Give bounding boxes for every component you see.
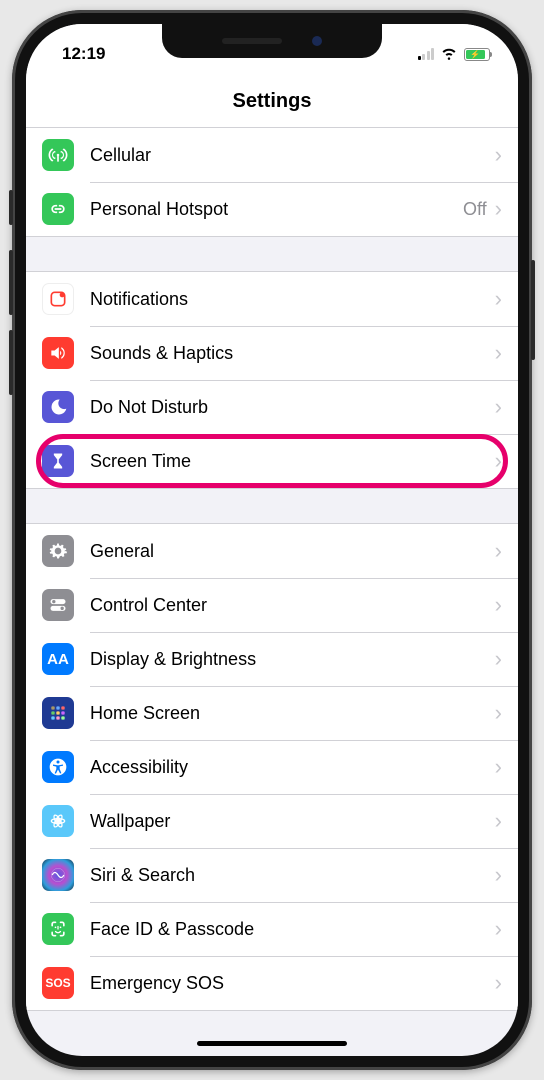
chevron-right-icon: › bbox=[495, 646, 502, 672]
chevron-right-icon: › bbox=[495, 448, 502, 474]
row-label: Control Center bbox=[90, 595, 495, 616]
notification-icon bbox=[42, 283, 74, 315]
row-label: Accessibility bbox=[90, 757, 495, 778]
row-label: Notifications bbox=[90, 289, 495, 310]
chevron-right-icon: › bbox=[495, 808, 502, 834]
chevron-right-icon: › bbox=[495, 142, 502, 168]
row-label: Screen Time bbox=[90, 451, 495, 472]
row-general[interactable]: General › bbox=[26, 524, 518, 578]
chevron-right-icon: › bbox=[495, 916, 502, 942]
link-icon bbox=[42, 193, 74, 225]
status-indicators bbox=[418, 42, 491, 67]
row-label: Sounds & Haptics bbox=[90, 343, 495, 364]
speaker-icon bbox=[42, 337, 74, 369]
status-time: 12:19 bbox=[62, 44, 105, 64]
row-label: Display & Brightness bbox=[90, 649, 495, 670]
row-label: Wallpaper bbox=[90, 811, 495, 832]
home-indicator[interactable] bbox=[197, 1041, 347, 1046]
row-label: Siri & Search bbox=[90, 865, 495, 886]
row-homescreen[interactable]: Home Screen › bbox=[26, 686, 518, 740]
switches-icon bbox=[42, 589, 74, 621]
row-dnd[interactable]: Do Not Disturb › bbox=[26, 380, 518, 434]
row-label: Home Screen bbox=[90, 703, 495, 724]
accessibility-icon bbox=[42, 751, 74, 783]
chevron-right-icon: › bbox=[495, 754, 502, 780]
wifi-icon bbox=[439, 42, 459, 67]
row-faceid[interactable]: Face ID & Passcode › bbox=[26, 902, 518, 956]
page-title: Settings bbox=[26, 74, 518, 127]
chevron-right-icon: › bbox=[495, 196, 502, 222]
moon-icon bbox=[42, 391, 74, 423]
grid-icon bbox=[42, 697, 74, 729]
chevron-right-icon: › bbox=[495, 592, 502, 618]
row-screentime[interactable]: Screen Time › bbox=[26, 434, 518, 488]
row-label: Personal Hotspot bbox=[90, 199, 463, 220]
chevron-right-icon: › bbox=[495, 970, 502, 996]
face-icon bbox=[42, 913, 74, 945]
row-accessibility[interactable]: Accessibility › bbox=[26, 740, 518, 794]
sos-icon: SOS bbox=[42, 967, 74, 999]
row-label: Face ID & Passcode bbox=[90, 919, 495, 940]
row-label: Cellular bbox=[90, 145, 495, 166]
aa-icon: AA bbox=[42, 643, 74, 675]
row-siri[interactable]: Siri & Search › bbox=[26, 848, 518, 902]
row-sounds[interactable]: Sounds & Haptics › bbox=[26, 326, 518, 380]
chevron-right-icon: › bbox=[495, 394, 502, 420]
gear-icon bbox=[42, 535, 74, 567]
row-display[interactable]: AA Display & Brightness › bbox=[26, 632, 518, 686]
chevron-right-icon: › bbox=[495, 538, 502, 564]
row-sos[interactable]: SOS Emergency SOS › bbox=[26, 956, 518, 1010]
row-controlcenter[interactable]: Control Center › bbox=[26, 578, 518, 632]
row-notifications[interactable]: Notifications › bbox=[26, 272, 518, 326]
siri-icon bbox=[42, 859, 74, 891]
chevron-right-icon: › bbox=[495, 340, 502, 366]
row-detail: Off bbox=[463, 199, 487, 220]
chevron-right-icon: › bbox=[495, 286, 502, 312]
chevron-right-icon: › bbox=[495, 862, 502, 888]
row-cellular[interactable]: Cellular › bbox=[26, 128, 518, 182]
antenna-icon bbox=[42, 139, 74, 171]
row-label: General bbox=[90, 541, 495, 562]
row-label: Do Not Disturb bbox=[90, 397, 495, 418]
chevron-right-icon: › bbox=[495, 700, 502, 726]
row-hotspot[interactable]: Personal Hotspot Off › bbox=[26, 182, 518, 236]
hourglass-icon bbox=[42, 445, 74, 477]
row-wallpaper[interactable]: Wallpaper › bbox=[26, 794, 518, 848]
row-label: Emergency SOS bbox=[90, 973, 495, 994]
flower-icon bbox=[42, 805, 74, 837]
cellular-signal-icon bbox=[418, 48, 435, 60]
battery-icon bbox=[464, 48, 490, 61]
